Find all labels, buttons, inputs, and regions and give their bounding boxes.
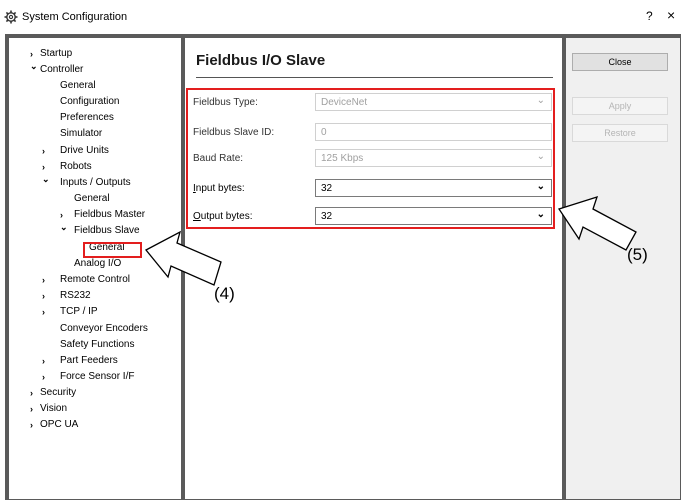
callout-arrow-5 bbox=[557, 195, 637, 251]
system-configuration-window: System Configuration ? × › Startup ⌄ Contro… bbox=[0, 0, 684, 504]
callout-label-5: (5) bbox=[627, 245, 648, 264]
